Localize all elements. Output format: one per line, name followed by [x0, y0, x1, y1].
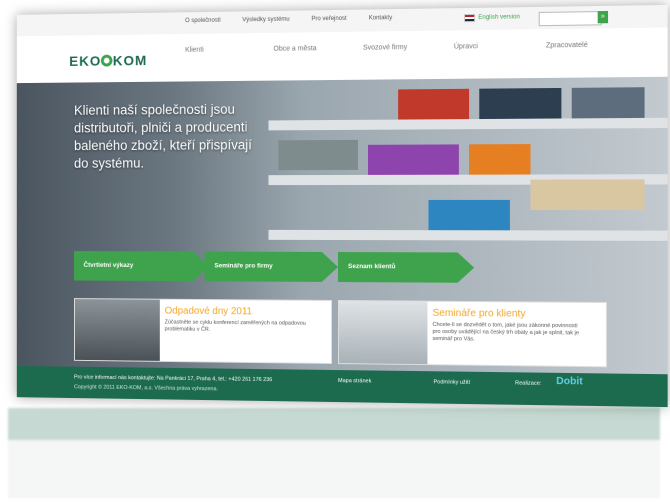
- shelf: [268, 117, 668, 131]
- nav-item-upravci[interactable]: Úpravci: [454, 41, 546, 51]
- footer: Pro více informací nás kontaktujte: Na P…: [16, 365, 668, 408]
- agency-logo[interactable]: Dobit: [556, 376, 582, 388]
- search-input[interactable]: [538, 11, 602, 27]
- card-text: Chcete-li se dozvědět o tom, jaké jsou z…: [432, 321, 580, 343]
- card-text: Zúčastněte se cyklu konferencí zaměřenýc…: [164, 319, 306, 333]
- product-block: [278, 139, 358, 171]
- hero-banner: Klienti naší společnosti jsou distributo…: [16, 76, 668, 375]
- seminare-pro-firmy-button[interactable]: Semináře pro firmy: [205, 252, 338, 282]
- top-link-vysledky[interactable]: Výsledky systému: [242, 17, 289, 24]
- uk-flag-icon: [463, 13, 476, 23]
- english-version-link[interactable]: English version: [463, 13, 520, 23]
- browser-window: O společnosti Výsledky systému Pro veřej…: [16, 4, 668, 408]
- card-odpadove-dny[interactable]: Odpadové dny 2011 Zúčastněte se cyklu ko…: [74, 298, 333, 364]
- logo-ring-icon: [101, 54, 113, 67]
- top-link-o-spolecnosti[interactable]: O společnosti: [185, 18, 221, 24]
- main-nav: Klienti Obce a města Svozové firmy Úprav…: [185, 40, 639, 55]
- nav-item-klienti[interactable]: Klienti: [185, 45, 273, 55]
- product-block: [571, 87, 645, 119]
- english-version-label: English version: [478, 14, 520, 21]
- footer-link-terms[interactable]: Podmínky užití: [434, 379, 471, 386]
- person-photo: [338, 301, 428, 365]
- ctvrtletni-vykazy-button[interactable]: Čtvrtletní výkazy: [74, 251, 210, 281]
- nav-item-obce[interactable]: Obce a města: [273, 44, 363, 54]
- header: EKO KOM Klienti Obce a města Svozové firm…: [16, 27, 668, 85]
- product-block: [428, 199, 510, 231]
- search-button[interactable]: »: [597, 10, 609, 24]
- card-seminare-pro-klienty[interactable]: Semináře pro klienty Chcete-li se dozvěd…: [337, 300, 608, 368]
- top-link-pro-verejnost[interactable]: Pro veřejnost: [311, 16, 346, 23]
- ekokom-logo[interactable]: EKO KOM: [69, 52, 147, 69]
- seznam-klientu-button[interactable]: Seznam klientů: [338, 252, 474, 283]
- top-links: O společnosti Výsledky systému Pro veřej…: [185, 15, 392, 24]
- card-title: Semináře pro klienty: [432, 307, 526, 320]
- footer-copyright: Copyright © 2011 EKO-KOM, a.s. Všechna p…: [74, 384, 218, 393]
- waste-bin-image: [74, 299, 160, 361]
- footer-contact: Pro více informací nás kontaktujte: Na P…: [74, 374, 273, 384]
- top-link-kontakty[interactable]: Kontakty: [369, 15, 392, 21]
- page-reflection: [8, 408, 660, 498]
- product-block: [479, 87, 562, 120]
- footer-link-sitemap[interactable]: Mapa stránek: [338, 378, 371, 384]
- product-block: [530, 179, 645, 211]
- product-block: [368, 144, 459, 175]
- product-block: [398, 88, 470, 120]
- hero-text: Klienti naší společnosti jsou distributo…: [74, 101, 252, 171]
- nav-item-svozove-firmy[interactable]: Svozové firmy: [363, 42, 454, 52]
- card-title: Odpadové dny 2011: [164, 305, 253, 318]
- footer-realizace-label: Realizace:: [515, 380, 542, 387]
- shelf: [268, 229, 668, 241]
- product-block: [469, 144, 531, 175]
- nav-item-zpracovatele[interactable]: Zpracovatelé: [546, 40, 639, 50]
